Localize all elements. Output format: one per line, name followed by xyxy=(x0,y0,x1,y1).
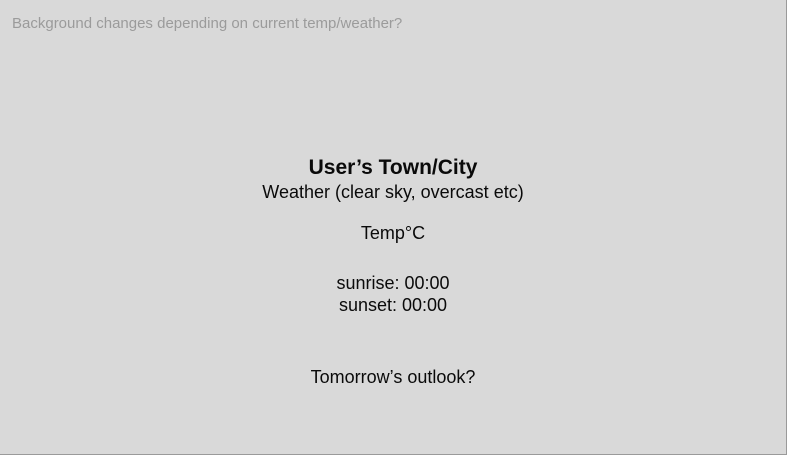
temperature: Temp°C xyxy=(360,223,426,243)
city-name: User’s Town/City xyxy=(308,156,478,179)
weather-app-frame: Background changes depending on current … xyxy=(0,0,787,455)
sunrise-time: sunrise: 00:00 xyxy=(336,273,450,293)
weather-condition: Weather (clear sky, overcast etc) xyxy=(262,182,524,202)
tomorrow-outlook: Tomorrow’s outlook? xyxy=(310,367,476,387)
sunset-time: sunset: 00:00 xyxy=(338,295,448,315)
design-annotation: Background changes depending on current … xyxy=(12,15,403,32)
